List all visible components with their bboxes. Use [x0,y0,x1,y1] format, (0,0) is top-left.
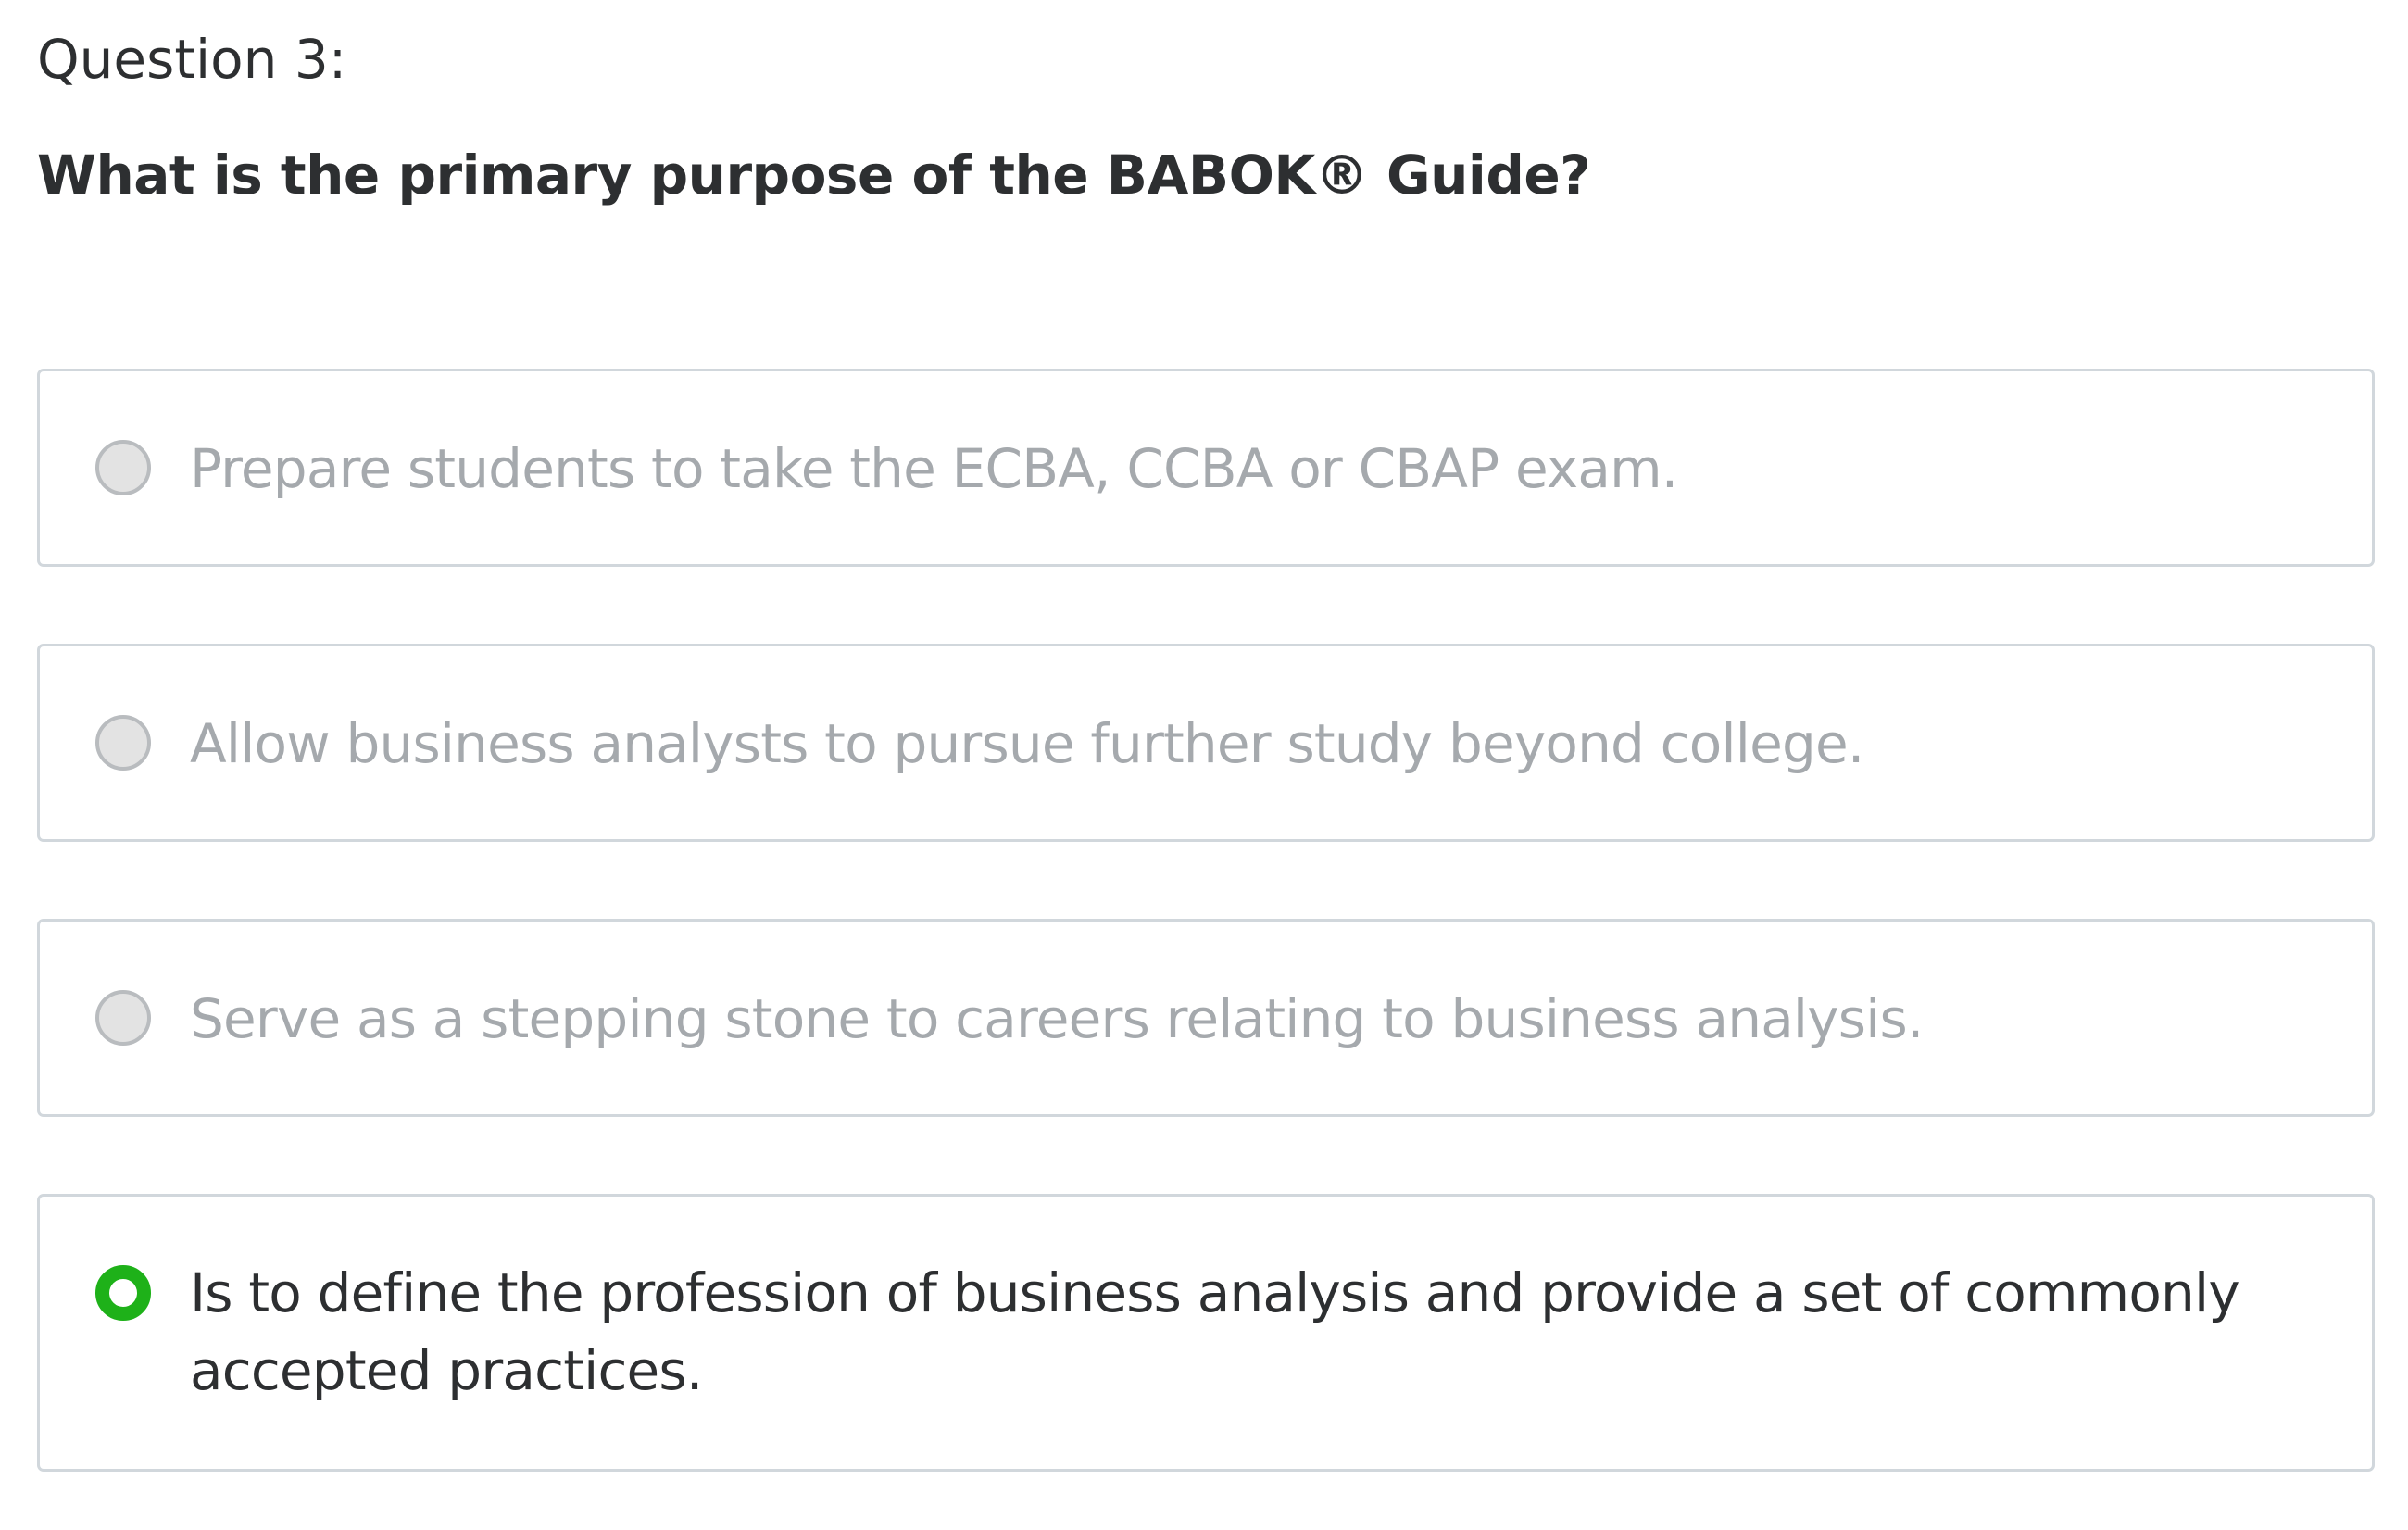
question-number: Question 3: [37,28,347,91]
answer-option-2[interactable]: Allow business analysts to pursue furthe… [37,644,2375,842]
answer-option-3[interactable]: Serve as a stepping stone to careers rel… [37,919,2375,1117]
radio-button-selected-icon[interactable] [95,1265,151,1321]
answer-option-label: Is to define the profession of business … [190,1261,2240,1402]
radio-button-icon[interactable] [95,440,151,495]
answer-option-label: Allow business analysts to pursue furthe… [190,712,1864,775]
answer-option-1[interactable]: Prepare students to take the ECBA, CCBA … [37,369,2375,567]
question-text: What is the primary purpose of the BABOK… [37,144,1591,207]
radio-button-icon[interactable] [95,990,151,1046]
answer-option-label: Prepare students to take the ECBA, CCBA … [190,437,1678,500]
answer-option-label: Serve as a stepping stone to careers rel… [190,987,1924,1050]
radio-button-icon[interactable] [95,715,151,771]
answer-option-4[interactable]: Is to define the profession of business … [37,1194,2375,1472]
